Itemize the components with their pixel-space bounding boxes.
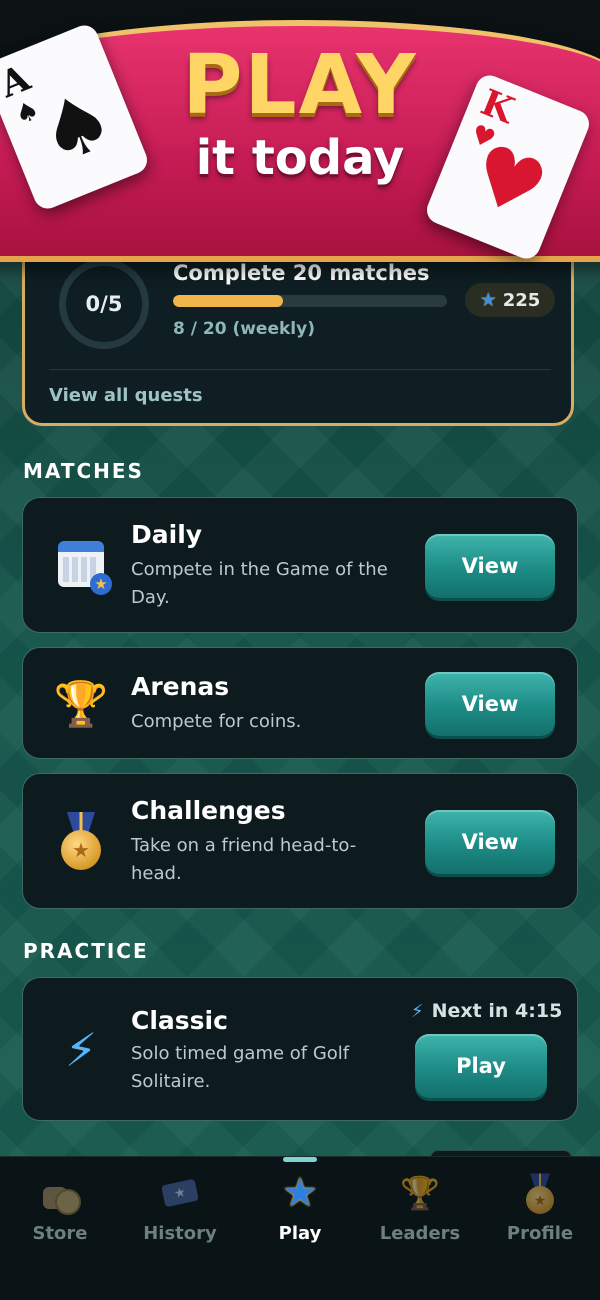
match-row-arenas[interactable]: 🏆 Arenas Compete for coins. View xyxy=(22,647,578,759)
quest-title: Complete 20 matches xyxy=(173,261,430,285)
reward-amount: 225 xyxy=(502,289,541,311)
row-title: Challenges xyxy=(131,796,286,825)
lightning-icon: ⚡ xyxy=(64,1023,98,1077)
row-description: Solo timed game of Golf Solitaire. xyxy=(131,1043,350,1092)
nav-label: Play xyxy=(278,1223,322,1244)
quest-progress-fill xyxy=(173,295,283,307)
row-description: Compete in the Game of the Day. xyxy=(131,559,388,608)
spade-icon: ♠ xyxy=(25,69,128,184)
star-icon: ★ xyxy=(479,289,497,311)
row-description: Take on a friend head-to-head. xyxy=(131,835,357,884)
trophy-icon: 🏆 xyxy=(400,1174,440,1212)
row-title: Daily xyxy=(131,520,203,549)
active-tab-indicator xyxy=(283,1157,317,1162)
divider xyxy=(49,369,551,370)
row-description: Compete for coins. xyxy=(131,711,302,732)
nav-label: History xyxy=(143,1223,217,1244)
nav-item-leaders[interactable]: 🏆 Leaders xyxy=(360,1173,480,1244)
nav-item-play[interactable]: ★ Play xyxy=(240,1170,360,1244)
classic-play-button[interactable]: Play xyxy=(415,1034,547,1098)
medal-icon: ★ xyxy=(53,812,109,870)
quest-progress-text: 8 / 20 (weekly) xyxy=(173,319,315,339)
row-title: Arenas xyxy=(131,672,230,701)
bottom-navigation: Store ★ History ★ Play 🏆 Leaders ★ Profi… xyxy=(0,1156,600,1300)
reward-badge: ★ 225 xyxy=(465,283,555,317)
nav-item-profile[interactable]: ★ Profile xyxy=(480,1173,600,1244)
quest-progress-ring: 0/5 xyxy=(59,259,149,349)
next-timer-text: Next in 4:15 xyxy=(431,1000,563,1022)
next-timer: ⚡ Next in 4:15 xyxy=(411,1000,562,1022)
row-title: Classic xyxy=(131,1006,228,1035)
ticket-icon: ★ xyxy=(120,1173,240,1213)
nav-label: Store xyxy=(32,1223,88,1244)
nav-item-history[interactable]: ★ History xyxy=(120,1173,240,1244)
challenges-view-button[interactable]: View xyxy=(425,810,555,874)
calendar-icon: ★ xyxy=(53,536,112,595)
lightning-icon: ⚡ xyxy=(411,1000,424,1022)
view-all-quests-link[interactable]: View all quests xyxy=(49,385,203,406)
match-row-challenges[interactable]: ★ Challenges Take on a friend head-to-he… xyxy=(22,773,578,909)
match-row-daily[interactable]: ★ Daily Compete in the Game of the Day. … xyxy=(22,497,578,633)
arenas-view-button[interactable]: View xyxy=(425,672,555,736)
coins-icon xyxy=(0,1173,120,1215)
daily-view-button[interactable]: View xyxy=(425,534,555,598)
medal-icon: ★ xyxy=(480,1173,600,1214)
quest-progress-bar xyxy=(173,295,447,307)
section-heading-practice: PRACTICE xyxy=(23,939,149,963)
trophy-icon: 🏆 xyxy=(53,679,109,730)
star-icon: ★ xyxy=(282,1170,318,1216)
nav-label: Profile xyxy=(506,1223,574,1244)
nav-label: Leaders xyxy=(379,1223,461,1244)
nav-item-store[interactable]: Store xyxy=(0,1173,120,1244)
practice-row-classic[interactable]: ⚡ Classic Solo timed game of Golf Solita… xyxy=(22,977,578,1121)
quest-ring-text: 0/5 xyxy=(85,292,123,316)
section-heading-matches: MATCHES xyxy=(23,459,144,483)
